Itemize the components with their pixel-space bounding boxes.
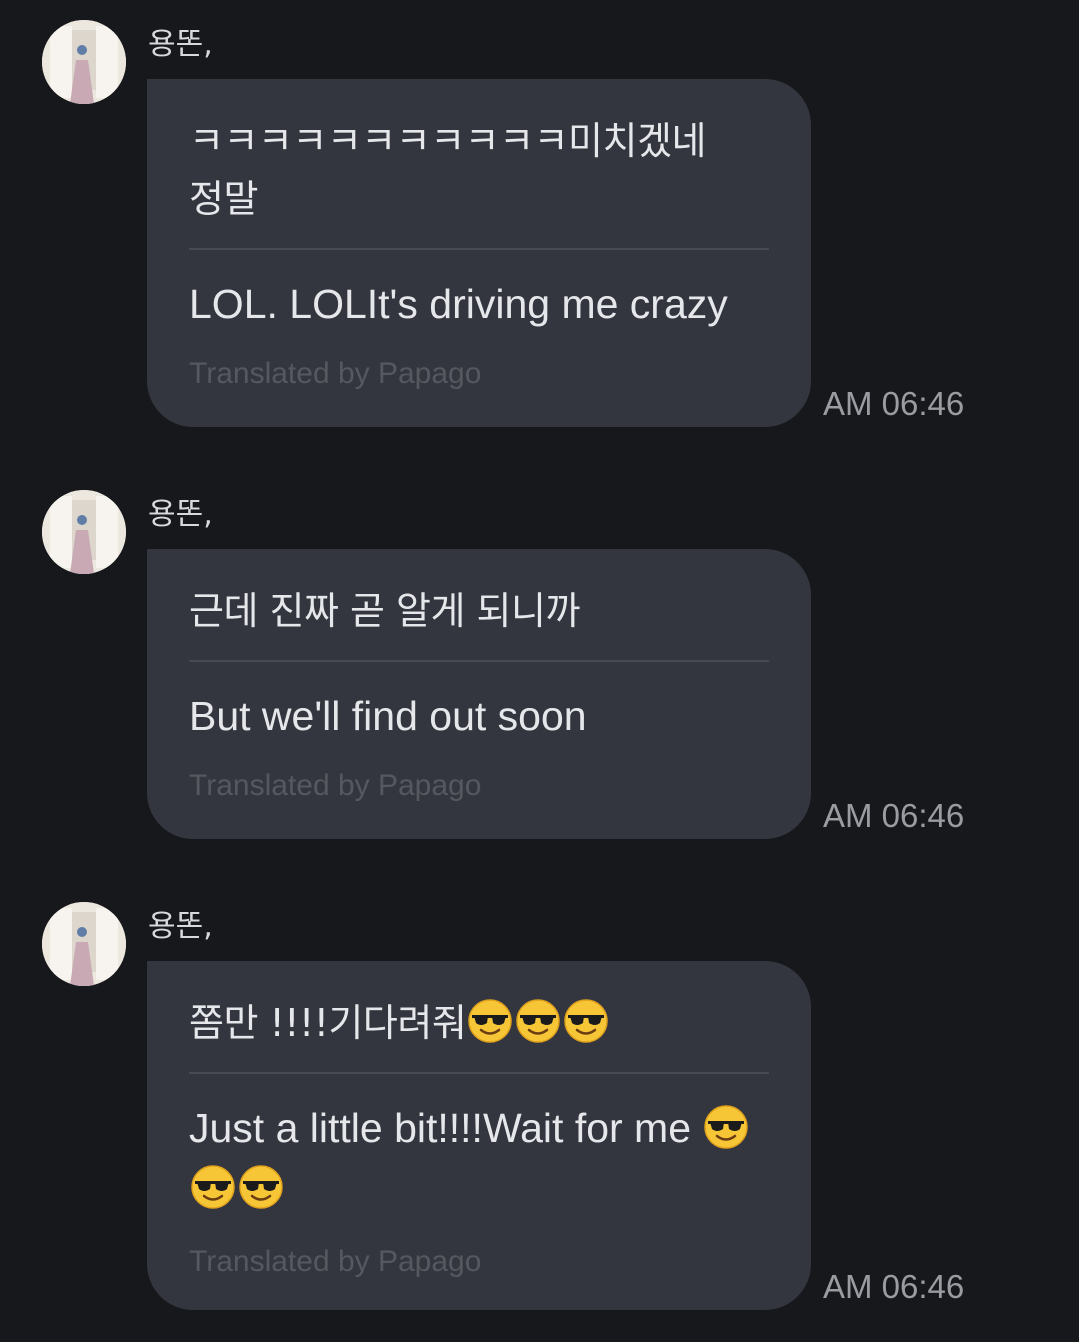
smiling-face-with-sunglasses-icon xyxy=(468,999,513,1043)
timestamp: AM 06:46 xyxy=(823,1268,965,1305)
translated-text: LOL. LOLIt's driving me crazy xyxy=(189,281,728,327)
smiling-face-with-sunglasses-icon xyxy=(704,1105,749,1149)
avatar[interactable] xyxy=(42,902,126,986)
avatar[interactable] xyxy=(42,20,126,104)
translation-divider xyxy=(189,248,769,250)
smiling-face-with-sunglasses-icon xyxy=(191,1165,235,1209)
original-text: ㅋㅋㅋㅋㅋㅋㅋㅋㅋㅋㅋ미치겠네 정말 xyxy=(189,119,706,221)
message-bubble[interactable]: 쫌만 !!!!기다려줘 Just a little bit!!!!Wait fo… xyxy=(147,961,811,1310)
translated-line: Just a little bit!!!!Wait for me xyxy=(189,1098,779,1218)
translation-divider xyxy=(189,1072,769,1074)
translated-text: But we'll find out soon xyxy=(189,693,587,739)
original-line: 쫌만 !!!!기다려줘 xyxy=(189,961,769,1052)
original-text: 쫌만 !!!!기다려줘 xyxy=(189,1001,467,1045)
emoji-group xyxy=(466,999,610,1045)
translation-credit: Translated by Papago xyxy=(189,1245,482,1278)
sender-name: 용똔, xyxy=(148,909,213,944)
smiling-face-with-sunglasses-icon xyxy=(516,999,561,1043)
message-bubble[interactable]: ㅋㅋㅋㅋㅋㅋㅋㅋㅋㅋㅋ미치겠네 정말 LOL. LOLIt's driving … xyxy=(147,79,811,427)
translation-divider xyxy=(189,660,769,662)
timestamp: AM 06:46 xyxy=(823,797,965,834)
smiling-face-with-sunglasses-icon xyxy=(564,999,609,1043)
translation-credit: Translated by Papago xyxy=(189,357,482,390)
translation-credit: Translated by Papago xyxy=(189,769,482,802)
sender-name: 용똔, xyxy=(148,497,213,532)
message-bubble[interactable]: 근데 진짜 곧 알게 되니까 But we'll find out soon T… xyxy=(147,549,811,839)
smiling-face-with-sunglasses-icon xyxy=(239,1165,283,1209)
sender-name: 용똔, xyxy=(148,27,213,62)
original-text: 근데 진짜 곧 알게 되니까 xyxy=(189,589,580,633)
timestamp: AM 06:46 xyxy=(823,385,965,422)
avatar[interactable] xyxy=(42,490,126,574)
translated-text: Just a little bit!!!!Wait for me xyxy=(189,1105,692,1151)
